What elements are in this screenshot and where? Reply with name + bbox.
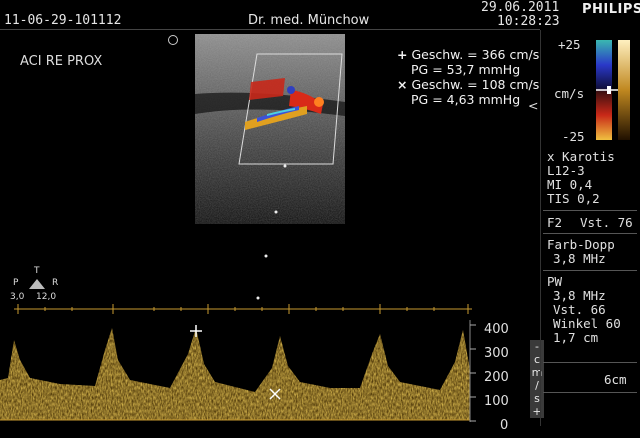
velocity-axis: 400 300 200 100 0 — [484, 318, 509, 438]
color-doppler-info: Farb-Dopp 3,8 MHz — [547, 238, 615, 266]
pw-mode-label: PW — [547, 274, 563, 289]
measurement-1: + Geschw. = 366 cm/s — [397, 47, 539, 62]
panel-divider — [543, 392, 637, 393]
measurement-block: + Geschw. = 366 cm/s PG = 53,7 mmHg × Ge… — [397, 47, 539, 107]
velocity-2: Geschw. = 108 cm/s — [411, 77, 540, 92]
pw-gain: Vst. 66 — [553, 302, 606, 317]
tick-100: 100 — [484, 394, 509, 409]
tick-200: 200 — [484, 370, 509, 385]
orient-left: P — [13, 278, 19, 288]
color-velocity-bar — [596, 40, 630, 140]
measurement-2: × Geschw. = 108 cm/s — [397, 77, 539, 92]
panel-divider — [543, 233, 637, 234]
frame-row: F2 — [547, 216, 562, 230]
tick-300: 300 — [484, 346, 509, 361]
pw-angle: Winkel 60 — [553, 316, 621, 331]
orientation-triangle-icon — [29, 279, 45, 289]
orient-right: R — [52, 278, 59, 288]
tick-400: 400 — [484, 322, 509, 337]
preset-name: x Karotis — [547, 149, 615, 164]
plus-marker-icon: + — [397, 47, 408, 62]
plus-cursor-icon — [190, 325, 202, 337]
bmode-gain: Vst. 76 — [580, 215, 633, 230]
brand-logo: PHILIPS — [582, 2, 640, 17]
orient-top: T — [34, 266, 40, 276]
velocity-1: Geschw. = 366 cm/s — [411, 47, 540, 62]
image-label: ACI RE PROX — [20, 54, 103, 69]
exam-date: 29.06.2011 — [481, 0, 560, 15]
preset-info: x Karotis L12-3 MI 0,4 TIS 0,2 — [547, 150, 615, 206]
pw-freq: 3,8 MHz — [553, 288, 606, 303]
physician-name: Dr. med. Münchow — [248, 13, 370, 28]
focus-marker-icon — [168, 35, 178, 45]
panel-divider — [543, 210, 637, 211]
spectral-doppler-trace — [0, 320, 476, 422]
depth-value: 6cm — [604, 372, 627, 387]
gradient-2: PG = 4,63 mmHg — [411, 92, 521, 107]
probe-name: L12-3 — [547, 163, 585, 178]
sample-line — [256, 164, 287, 300]
gradient-1: PG = 53,7 mmHg — [411, 62, 521, 77]
tick-0: 0 — [500, 418, 509, 433]
tis-value: TIS 0,2 — [547, 191, 600, 206]
color-scale-min: -25 — [562, 129, 585, 144]
header-bar: 11-06-29-101112 Dr. med. Münchow 29.06.2… — [0, 0, 640, 30]
color-scale-max: +25 — [558, 37, 581, 52]
frame-label: F2 — [547, 215, 563, 230]
study-id: 11-06-29-101112 — [4, 13, 122, 28]
header-divider — [0, 29, 540, 30]
color-freq: 3,8 MHz — [553, 251, 606, 266]
pw-info: PW 3,8 MHz Vst. 66 Winkel 60 1,7 cm — [547, 275, 621, 345]
exam-time: 10:28:23 — [497, 14, 560, 29]
mi-value: MI 0,4 — [547, 177, 593, 192]
pw-gate: 1,7 cm — [553, 330, 599, 345]
color-scale-arrow-icon: < — [528, 98, 539, 113]
color-mode-label: Farb-Dopp — [547, 237, 615, 252]
cross-marker-icon: × — [397, 77, 408, 92]
panel-divider — [543, 362, 637, 363]
color-scale-unit: cm/s — [554, 86, 585, 101]
panel-divider — [543, 270, 637, 271]
